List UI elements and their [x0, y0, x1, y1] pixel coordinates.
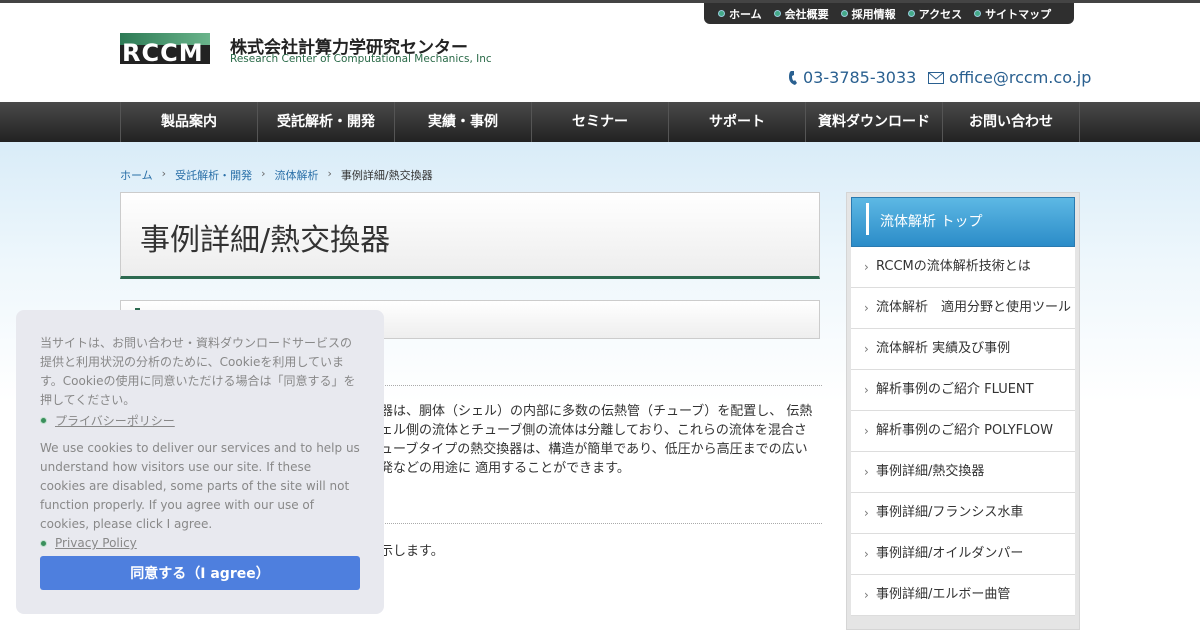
content-paragraph-2: 示します。: [380, 544, 444, 559]
bullet-icon: [40, 539, 47, 547]
sidebar-item[interactable]: 事例詳細/熱交換器: [851, 452, 1075, 493]
heading-marker: [866, 203, 869, 235]
bullet-icon: [907, 10, 915, 17]
page-title-box: 事例詳細/熱交換器: [120, 192, 820, 279]
sidebar-item[interactable]: 事例詳細/オイルダンパー: [851, 534, 1075, 575]
phone-number: 03-3785-3033: [803, 68, 917, 87]
sidebar-item[interactable]: 流体解析 適用分野と使用ツール: [851, 288, 1075, 329]
divider: [378, 385, 822, 386]
util-link-sitemap[interactable]: サイトマップ: [974, 6, 1051, 22]
util-link-company[interactable]: 会社概要: [773, 6, 829, 22]
breadcrumb-fluid[interactable]: 流体解析: [274, 167, 318, 183]
phone-contact[interactable]: 03-3785-3033: [788, 68, 916, 87]
sidebar-item[interactable]: RCCMの流体解析技術とは: [851, 247, 1075, 288]
mail-icon: [928, 71, 944, 84]
phone-icon: [789, 70, 797, 85]
breadcrumb-separator: ›: [161, 167, 167, 180]
sidebar-item[interactable]: 事例詳細/フランシス水車: [851, 493, 1075, 534]
nav-products[interactable]: 製品案内: [121, 102, 258, 142]
breadcrumb-separator: ›: [261, 167, 266, 180]
sidebar-item[interactable]: 解析事例のご紹介 FLUENT: [851, 370, 1075, 411]
breadcrumb-contract[interactable]: 受託解析・開発: [175, 167, 252, 183]
nav-case-studies[interactable]: 実績・事例: [395, 102, 532, 142]
global-nav: 製品案内 受託解析・開発 実績・事例 セミナー サポート 資料ダウンロード お問…: [0, 102, 1200, 142]
breadcrumb: ホーム › 受託解析・開発 › 流体解析 › 事例詳細/熱交換器: [120, 167, 433, 183]
sidebar-list: RCCMの流体解析技術とは 流体解析 適用分野と使用ツール 流体解析 実績及び事…: [851, 247, 1075, 616]
util-link-recruit[interactable]: 採用情報: [840, 6, 896, 22]
bullet-icon: [718, 10, 725, 17]
nav-contact[interactable]: お問い合わせ: [943, 102, 1080, 142]
util-link-access[interactable]: アクセス: [907, 6, 962, 22]
content-paragraph: 器は、胴体（シェル）の内部に多数の伝熱管（チューブ）を配置し、 伝熱 ェル側の流…: [380, 404, 813, 476]
breadcrumb-separator: ›: [327, 167, 332, 180]
bullet-icon: [840, 10, 848, 17]
sidebar-title[interactable]: 流体解析 トップ: [851, 197, 1075, 247]
bullet-icon: [40, 417, 47, 424]
sidebar-item[interactable]: 解析事例のご紹介 POLYFLOW: [851, 411, 1075, 452]
utility-nav: ホーム 会社概要 採用情報 アクセス サイトマップ: [704, 3, 1074, 24]
divider: [378, 523, 822, 524]
nav-seminars[interactable]: セミナー: [532, 102, 669, 142]
privacy-policy-link-jp[interactable]: プライバシーポリシー: [40, 412, 360, 429]
breadcrumb-home[interactable]: ホーム: [120, 167, 153, 183]
nav-support[interactable]: サポート: [669, 102, 806, 142]
nav-downloads[interactable]: 資料ダウンロード: [806, 102, 943, 142]
sidebar-item[interactable]: 事例詳細/エルボー曲管: [851, 575, 1075, 616]
email-contact[interactable]: office@rccm.co.jp: [928, 68, 1091, 87]
cookie-text-en: We use cookies to deliver our services a…: [40, 441, 360, 531]
bullet-icon: [974, 10, 982, 17]
cookie-text-jp: 当サイトは、お問い合わせ・資料ダウンロードサービスの提供と利用状況の分析のために…: [40, 336, 356, 407]
privacy-policy-link-en[interactable]: Privacy Policy: [40, 536, 360, 550]
cookie-consent-dialog: 当サイトは、お問い合わせ・資料ダウンロードサービスの提供と利用状況の分析のために…: [16, 310, 384, 614]
breadcrumb-current: 事例詳細/熱交換器: [340, 169, 433, 182]
rccm-logo[interactable]: RCCM: [120, 33, 210, 64]
nav-contract-analysis[interactable]: 受託解析・開発: [258, 102, 395, 142]
logo-text: RCCM: [122, 39, 204, 64]
util-link-home[interactable]: ホーム: [718, 6, 762, 22]
page-title: 事例詳細/熱交換器: [140, 223, 391, 258]
company-name-en: Research Center of Computational Mechani…: [230, 53, 492, 65]
sidebar: 流体解析 トップ RCCMの流体解析技術とは 流体解析 適用分野と使用ツール 流…: [846, 192, 1080, 630]
sidebar-item[interactable]: 流体解析 実績及び事例: [851, 329, 1075, 370]
agree-button[interactable]: 同意する（I agree）: [40, 556, 360, 590]
bullet-icon: [773, 10, 781, 17]
email-address: office@rccm.co.jp: [949, 68, 1092, 87]
